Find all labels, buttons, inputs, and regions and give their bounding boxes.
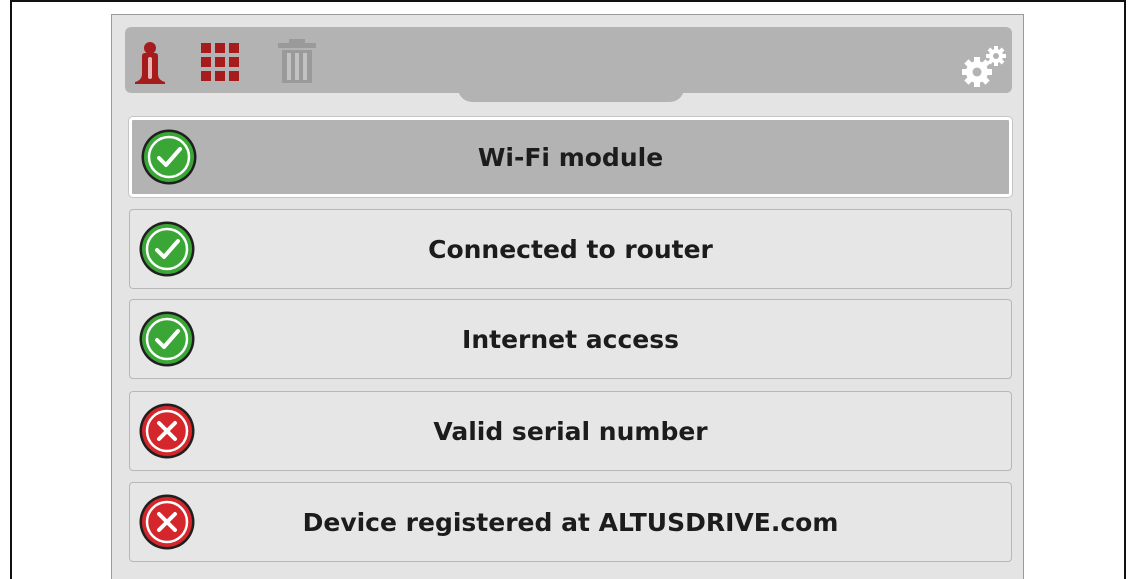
- trash-icon[interactable]: [275, 38, 319, 84]
- status-row-connected-to-router[interactable]: Connected to router: [129, 209, 1012, 289]
- status-label: Valid serial number: [433, 416, 708, 446]
- status-label: Device registered at ALTUSDRIVE.com: [302, 507, 839, 537]
- gears-icon[interactable]: [960, 44, 1008, 88]
- status-row-internet-access[interactable]: Internet access: [129, 299, 1012, 379]
- status-row-wifi-module[interactable]: Wi-Fi module: [129, 117, 1012, 197]
- status-label: Wi-Fi module: [477, 142, 664, 172]
- status-row-valid-serial-number[interactable]: Valid serial number: [129, 391, 1012, 471]
- status-label: Internet access: [462, 324, 679, 354]
- status-label: Connected to router: [428, 234, 713, 264]
- toolbar-notch: [458, 84, 684, 102]
- status-row-device-registered[interactable]: Device registered at ALTUSDRIVE.com: [129, 482, 1012, 562]
- info-icon[interactable]: [133, 40, 167, 84]
- grid-icon[interactable]: [199, 41, 241, 83]
